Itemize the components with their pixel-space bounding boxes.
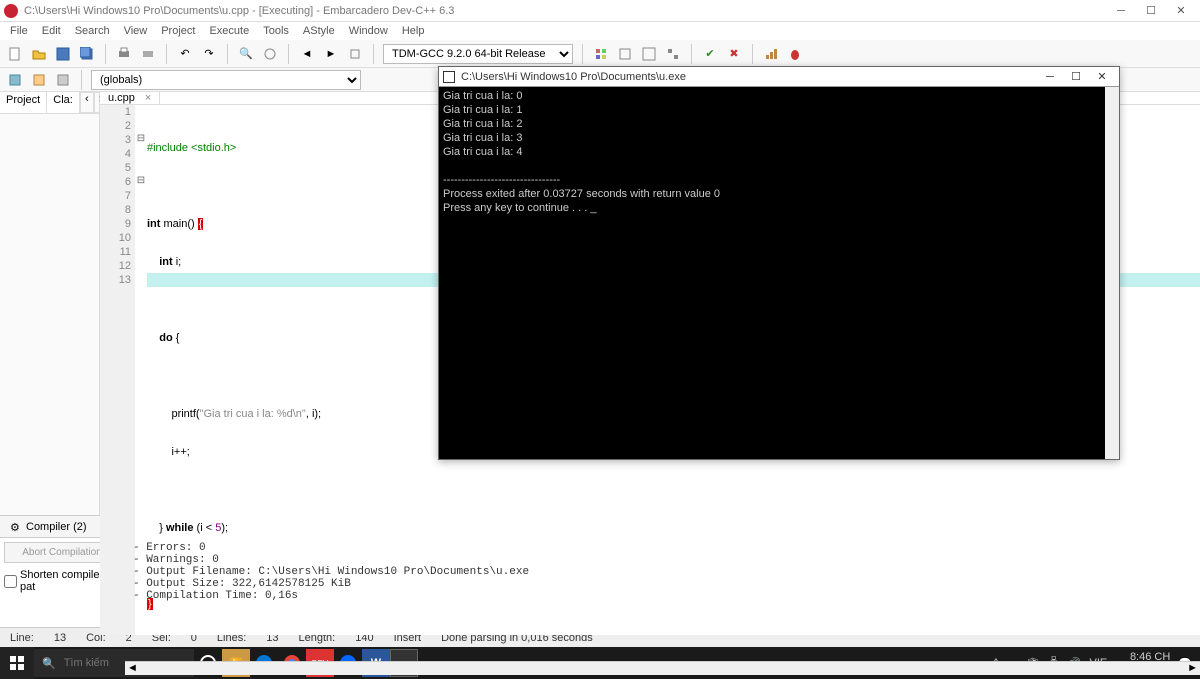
menu-help[interactable]: Help	[396, 25, 431, 37]
open-file-icon[interactable]	[30, 45, 48, 63]
start-button[interactable]	[0, 647, 34, 679]
compiler-selector[interactable]: TDM-GCC 9.2.0 64-bit Release	[383, 44, 573, 64]
bug-icon[interactable]	[786, 45, 804, 63]
console-title: C:\Users\Hi Windows10 Pro\Documents\u.ex…	[461, 71, 1037, 83]
devcpp-app-icon	[4, 4, 18, 18]
toolbar-separator	[227, 44, 228, 64]
toggle-icon[interactable]	[54, 71, 72, 89]
console-scrollbar[interactable]	[1105, 87, 1119, 459]
console-window: C:\Users\Hi Windows10 Pro\Documents\u.ex…	[438, 66, 1120, 460]
insert-icon[interactable]	[30, 71, 48, 89]
menu-view[interactable]: View	[118, 25, 154, 37]
console-titlebar[interactable]: C:\Users\Hi Windows10 Pro\Documents\u.ex…	[439, 67, 1119, 87]
debug-stop-icon[interactable]: ✖	[725, 45, 743, 63]
console-minimize-button[interactable]: ─	[1037, 71, 1063, 83]
globals-selector[interactable]: (globals)	[91, 70, 361, 90]
search-icon: 🔍	[42, 657, 56, 670]
toolbar-separator	[752, 44, 753, 64]
menu-execute[interactable]: Execute	[203, 25, 255, 37]
goto-icon[interactable]	[346, 45, 364, 63]
save-icon[interactable]	[54, 45, 72, 63]
new-file-icon[interactable]	[6, 45, 24, 63]
tab-compiler[interactable]: ⚙Compiler (2)	[4, 521, 93, 533]
close-tab-icon[interactable]: ×	[145, 92, 151, 104]
undo-icon[interactable]: ↶	[176, 45, 194, 63]
toolbar-separator	[373, 44, 374, 64]
toolbar-separator	[166, 44, 167, 64]
brace-highlight: {	[198, 218, 204, 230]
print-setup-icon[interactable]	[139, 45, 157, 63]
toolbar-separator	[582, 44, 583, 64]
compiler-icon: ⚙	[10, 521, 22, 533]
run-icon[interactable]	[616, 45, 634, 63]
console-app-icon	[443, 71, 455, 83]
compile-icon[interactable]	[592, 45, 610, 63]
file-tab-ucpp[interactable]: u.cpp ×	[100, 92, 160, 104]
status-line-value: 13	[44, 632, 76, 644]
menu-bar: File Edit Search View Project Execute To…	[0, 22, 1200, 40]
find-icon[interactable]: 🔍	[237, 45, 255, 63]
back-icon[interactable]: ◄	[298, 45, 316, 63]
save-all-icon[interactable]	[78, 45, 96, 63]
close-button[interactable]: ✕	[1166, 1, 1196, 21]
maximize-button[interactable]: ☐	[1136, 1, 1166, 21]
status-line-label: Line:	[0, 632, 44, 644]
file-tab-label: u.cpp	[108, 92, 135, 104]
console-maximize-button[interactable]: ☐	[1063, 70, 1089, 83]
tab-project[interactable]: Project	[0, 92, 47, 113]
menu-tools[interactable]: Tools	[257, 25, 295, 37]
toolbar-separator	[691, 44, 692, 64]
menu-window[interactable]: Window	[343, 25, 394, 37]
side-panel: Project Cla: ‹ ›	[0, 92, 100, 515]
new-class-icon[interactable]	[6, 71, 24, 89]
forward-icon[interactable]: ►	[322, 45, 340, 63]
menu-search[interactable]: Search	[69, 25, 116, 37]
menu-file[interactable]: File	[4, 25, 34, 37]
menu-project[interactable]: Project	[155, 25, 201, 37]
compile-log-panel: Abort Compilation Shorten compiler pat -…	[0, 537, 1200, 627]
toolbar-separator	[105, 44, 106, 64]
minimize-button[interactable]: ─	[1106, 1, 1136, 21]
print-icon[interactable]	[115, 45, 133, 63]
console-close-button[interactable]: ✕	[1089, 70, 1115, 83]
tab-scroll-left-icon[interactable]: ‹	[80, 92, 94, 113]
rebuild-icon[interactable]	[664, 45, 682, 63]
toolbar-separator	[288, 44, 289, 64]
profile-icon[interactable]	[762, 45, 780, 63]
compile-log-text: - Errors: 0 - Warnings: 0 - Output Filen…	[125, 538, 1200, 627]
toolbar-separator	[81, 70, 82, 90]
debug-check-icon[interactable]: ✔	[701, 45, 719, 63]
console-output[interactable]: Gia tri cua i la: 0 Gia tri cua i la: 1 …	[439, 87, 1119, 459]
menu-edit[interactable]: Edit	[36, 25, 67, 37]
redo-icon[interactable]: ↷	[200, 45, 218, 63]
window-title: C:\Users\Hi Windows10 Pro\Documents\u.cp…	[24, 5, 1106, 17]
window-titlebar: C:\Users\Hi Windows10 Pro\Documents\u.cp…	[0, 0, 1200, 22]
horizontal-scrollbar[interactable]: ◄ ►	[125, 661, 1200, 675]
compile-run-icon[interactable]	[640, 45, 658, 63]
tab-classes[interactable]: Cla:	[47, 92, 80, 113]
menu-astyle[interactable]: AStyle	[297, 25, 341, 37]
main-toolbar: ↶ ↷ 🔍 ◄ ► TDM-GCC 9.2.0 64-bit Release ✔…	[0, 40, 1200, 68]
replace-icon[interactable]	[261, 45, 279, 63]
